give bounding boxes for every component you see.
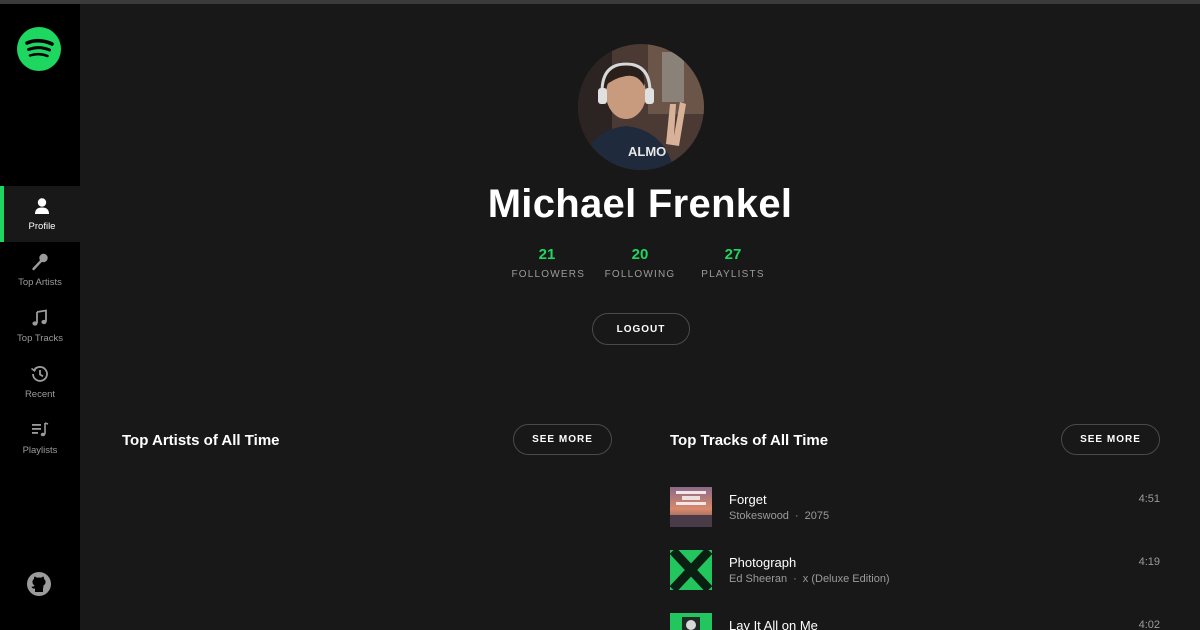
stat-value: 20 bbox=[631, 246, 649, 263]
top-artists-title: Top Artists of All Time bbox=[122, 432, 280, 449]
logout-button[interactable]: LOGOUT bbox=[592, 313, 690, 345]
track-artist: Stokeswood bbox=[729, 510, 789, 522]
stat-label: FOLLOWING bbox=[604, 269, 676, 280]
sidebar-item-recent[interactable]: Recent bbox=[0, 354, 80, 410]
spotify-logo-icon[interactable] bbox=[17, 27, 61, 71]
track-name: Forget bbox=[729, 492, 767, 507]
history-icon bbox=[31, 366, 48, 382]
track-duration: 4:02 bbox=[1138, 619, 1160, 630]
playlist-icon bbox=[32, 422, 49, 437]
microphone-icon bbox=[32, 253, 48, 271]
sidebar: Profile Top Artists Top Tracks Recent Pl… bbox=[0, 4, 80, 630]
sidebar-item-playlists[interactable]: Playlists bbox=[0, 410, 80, 466]
track-name: Lay It All on Me bbox=[729, 618, 818, 630]
track-duration: 4:51 bbox=[1138, 493, 1160, 505]
stat-followers: 21 FOLLOWERS bbox=[511, 246, 586, 280]
album-art bbox=[670, 613, 712, 630]
profile-main: ALMO Michael Frenkel 21 FOLLOWERS 20 FOL… bbox=[80, 4, 1200, 630]
sidebar-item-label: Top Tracks bbox=[17, 333, 63, 344]
track-name: Photograph bbox=[729, 555, 797, 570]
github-icon[interactable] bbox=[26, 571, 52, 597]
sidebar-item-label: Recent bbox=[24, 389, 56, 400]
stat-playlists: 27 PLAYLISTS bbox=[698, 246, 769, 280]
track-album: 2075 bbox=[804, 510, 830, 522]
svg-text:ALMO: ALMO bbox=[628, 144, 666, 159]
track-row[interactable]: Lay It All on Me 4:02 bbox=[670, 613, 1160, 630]
sidebar-item-profile[interactable]: Profile bbox=[0, 186, 80, 242]
separator-dot: · bbox=[794, 510, 799, 522]
top-artists-see-more-button[interactable]: SEE MORE bbox=[513, 424, 612, 455]
top-tracks-see-more-button[interactable]: SEE MORE bbox=[1061, 424, 1160, 455]
track-meta: Stokeswood · 2075 bbox=[729, 510, 829, 522]
track-duration: 4:19 bbox=[1138, 556, 1160, 568]
stat-label: FOLLOWERS bbox=[511, 269, 586, 280]
track-album: x (Deluxe Edition) bbox=[802, 573, 890, 585]
track-artist: Ed Sheeran bbox=[729, 573, 788, 585]
track-row[interactable]: Photograph Ed Sheeran · x (Deluxe Edition)… bbox=[670, 550, 1160, 592]
user-name: Michael Frenkel bbox=[487, 182, 793, 226]
profile-stats: 21 FOLLOWERS 20 FOLLOWING 27 PLAYLISTS bbox=[80, 246, 1200, 280]
track-row[interactable]: Forget Stokeswood · 2075 4:51 bbox=[670, 487, 1160, 529]
avatar: ALMO bbox=[578, 44, 704, 170]
album-art bbox=[670, 487, 712, 527]
sidebar-item-label: Playlists bbox=[22, 445, 58, 456]
music-note-icon bbox=[32, 309, 47, 326]
user-icon bbox=[35, 198, 49, 214]
track-meta: Ed Sheeran · x (Deluxe Edition) bbox=[729, 573, 890, 585]
sidebar-item-label: Top Artists bbox=[18, 277, 62, 288]
top-tracks-title: Top Tracks of All Time bbox=[670, 432, 829, 449]
sidebar-item-top-tracks[interactable]: Top Tracks bbox=[0, 298, 80, 354]
sidebar-item-top-artists[interactable]: Top Artists bbox=[0, 242, 80, 298]
stat-label: PLAYLISTS bbox=[701, 269, 765, 280]
separator-dot: · bbox=[793, 573, 797, 585]
album-art bbox=[670, 550, 712, 590]
stat-value: 27 bbox=[724, 246, 742, 263]
stat-value: 21 bbox=[538, 246, 556, 263]
stat-following: 20 FOLLOWING bbox=[605, 246, 676, 280]
sidebar-item-label: Profile bbox=[28, 221, 56, 232]
